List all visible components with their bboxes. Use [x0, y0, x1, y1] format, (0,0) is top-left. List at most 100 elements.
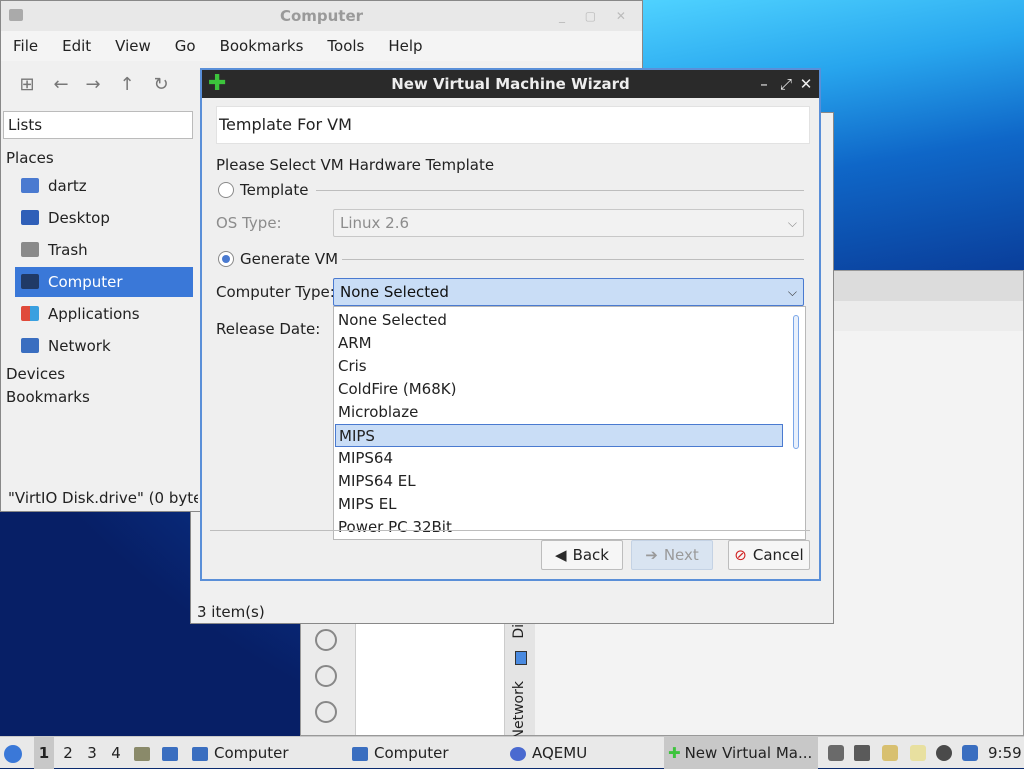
workspace-4[interactable]: 4	[106, 737, 126, 769]
sidebar-item-label: Desktop	[48, 209, 110, 227]
sidebar-item-label: Computer	[48, 273, 123, 291]
menu-file[interactable]: File	[1, 31, 50, 61]
task-label: Computer	[374, 744, 449, 762]
folder-icon	[192, 746, 208, 761]
applications-icon	[21, 306, 39, 321]
sidebar-mode-select[interactable]: Lists	[3, 111, 193, 139]
network-status-icon[interactable]	[962, 745, 978, 761]
menu-bookmarks[interactable]: Bookmarks	[208, 31, 316, 61]
maximize-icon[interactable]: ⤢	[777, 70, 795, 98]
option-coldfire[interactable]: ColdFire (M68K)	[335, 378, 783, 401]
computer-type-dropdown-list: None Selected ARM Cris ColdFire (M68K) M…	[333, 306, 806, 540]
task-computer-2[interactable]: Computer	[352, 737, 502, 769]
os-type-select[interactable]: Linux 2.6 ⌵	[333, 209, 804, 237]
sidebar-item-applications[interactable]: Applications	[15, 299, 193, 329]
os-type-label: OS Type:	[216, 214, 282, 232]
menu-view[interactable]: View	[103, 31, 163, 61]
sidebar: Places dartz Desktop Trash Computer Appl…	[1, 141, 193, 481]
divider	[210, 530, 810, 531]
option-arm[interactable]: ARM	[335, 332, 783, 355]
start-menu-icon[interactable]	[4, 737, 30, 769]
section-devices[interactable]: Devices	[6, 365, 65, 383]
option-mips64-el[interactable]: MIPS64 EL	[335, 470, 783, 493]
menu-go[interactable]: Go	[163, 31, 208, 61]
os-type-value: Linux 2.6	[340, 214, 410, 232]
back-button[interactable]: ◀ Back	[541, 540, 623, 570]
workspace-2[interactable]: 2	[58, 737, 78, 769]
workspace-1[interactable]: 1	[34, 737, 54, 769]
cancel-button-label: Cancel	[752, 546, 804, 564]
file-manager-launcher-icon[interactable]	[134, 737, 156, 769]
option-power-pc-32bit[interactable]: Power PC 32Bit	[335, 516, 783, 539]
generate-vm-radio-label[interactable]: Generate VM	[240, 250, 338, 268]
sidebar-item-network[interactable]: Network	[15, 331, 193, 361]
next-button[interactable]: ➔ Next	[631, 540, 713, 570]
show-desktop-icon[interactable]	[162, 737, 184, 769]
generate-vm-radio[interactable]	[218, 251, 234, 267]
sidebar-item-desktop[interactable]: Desktop	[15, 203, 193, 233]
clock[interactable]: 9:59	[988, 737, 1024, 769]
aqemu-icon	[510, 746, 526, 761]
volume-icon[interactable]	[854, 745, 870, 761]
sidebar-item-label: Trash	[48, 241, 88, 259]
option-mips-el[interactable]: MIPS EL	[335, 493, 783, 516]
menu-bar: File Edit View Go Bookmarks Tools Help	[1, 31, 642, 61]
dialog-title: New Virtual Machine Wizard	[391, 75, 630, 93]
menu-tools[interactable]: Tools	[315, 31, 376, 61]
cancel-button[interactable]: ⊘ Cancel	[728, 540, 810, 570]
back-button-label: Back	[572, 546, 609, 564]
trash-icon	[21, 242, 39, 257]
notes-icon[interactable]	[910, 745, 926, 761]
workspace-3[interactable]: 3	[82, 737, 102, 769]
window-title: Computer	[279, 7, 364, 25]
task-label: New Virtual Ma...	[684, 744, 813, 762]
network-icon	[21, 338, 39, 353]
option-microblaze[interactable]: Microblaze	[335, 401, 783, 424]
template-radio-label[interactable]: Template	[240, 181, 308, 199]
status-bar: "VirtIO Disk.drive" (0 bytes	[8, 489, 198, 507]
option-mips64[interactable]: MIPS64	[335, 447, 783, 470]
chevron-down-icon: ⌵	[787, 285, 797, 299]
computer-type-select[interactable]: None Selected ⌵	[333, 278, 804, 306]
update-icon[interactable]	[936, 745, 952, 761]
window-controls[interactable]: _ ▢ ✕	[559, 1, 634, 31]
clipboard-icon[interactable]	[882, 745, 898, 761]
menu-edit[interactable]: Edit	[50, 31, 103, 61]
sidebar-item-computer[interactable]: Computer	[15, 267, 193, 297]
folder-icon	[352, 746, 368, 761]
pause-icon[interactable]	[315, 629, 337, 651]
section-bookmarks[interactable]: Bookmarks	[6, 388, 90, 406]
option-mips[interactable]: MIPS	[335, 424, 783, 447]
task-label: Computer	[214, 744, 289, 762]
dialog-titlebar[interactable]: ✚ New Virtual Machine Wizard – ⤢ ✕	[202, 70, 819, 98]
desktop-icon	[21, 210, 39, 225]
task-computer-1[interactable]: Computer	[192, 737, 342, 769]
option-cris[interactable]: Cris	[335, 355, 783, 378]
file-manager-titlebar[interactable]: Computer _ ▢ ✕	[1, 1, 642, 31]
up-arrow-icon[interactable]: ↑	[115, 73, 139, 97]
sidebar-item-dartz[interactable]: dartz	[15, 171, 193, 201]
task-aqemu[interactable]: AQEMU	[510, 737, 660, 769]
option-none-selected[interactable]: None Selected	[335, 309, 783, 332]
task-new-vm-wizard[interactable]: ✚ New Virtual Ma...	[664, 737, 818, 769]
dropdown-scrollbar[interactable]	[793, 315, 799, 449]
template-prompt: Please Select VM Hardware Template	[216, 156, 495, 174]
menu-help[interactable]: Help	[376, 31, 434, 61]
computer-type-label: Computer Type:	[216, 283, 335, 301]
chevron-down-icon: ⌵	[787, 216, 797, 230]
reload-icon[interactable]: ↻	[149, 73, 173, 97]
forward-arrow-icon[interactable]: →	[81, 73, 105, 97]
next-arrow-icon: ➔	[645, 546, 658, 564]
new-tab-icon[interactable]: ⊞	[15, 73, 39, 97]
sidebar-item-trash[interactable]: Trash	[15, 235, 193, 265]
reset-icon[interactable]	[315, 701, 337, 723]
minimize-icon[interactable]: –	[755, 70, 773, 98]
template-radio[interactable]	[218, 182, 234, 198]
home-folder-icon	[21, 178, 39, 193]
cancel-icon: ⊘	[734, 546, 747, 564]
back-arrow-icon[interactable]: ←	[49, 73, 73, 97]
tab-network[interactable]: Network	[511, 681, 527, 739]
stop-icon[interactable]	[315, 665, 337, 687]
close-icon[interactable]: ✕	[797, 70, 815, 98]
eject-icon[interactable]	[828, 745, 844, 761]
